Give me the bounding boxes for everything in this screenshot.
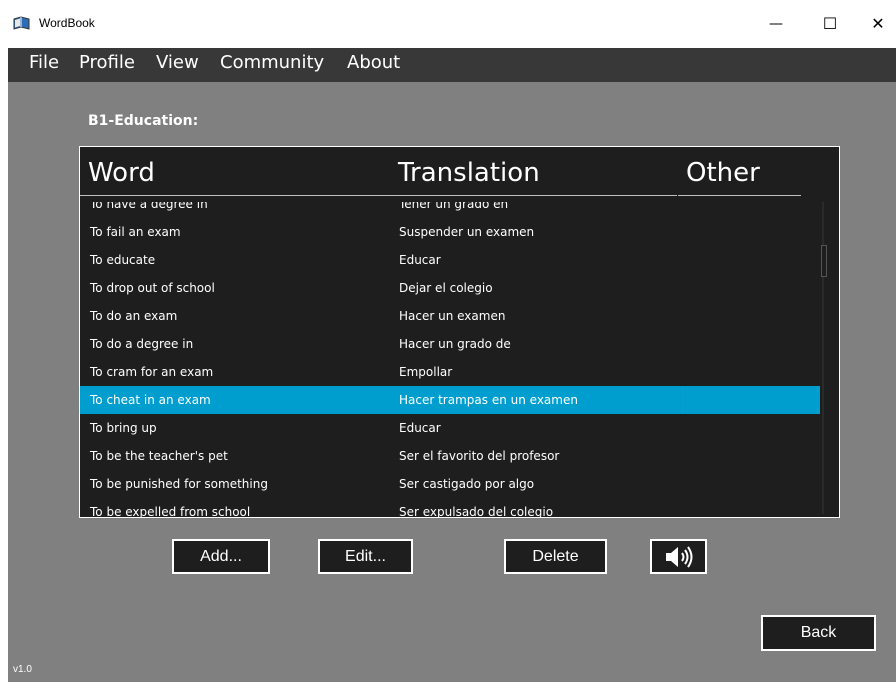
column-header-translation[interactable]: Translation <box>390 158 677 196</box>
list-row[interactable]: To be punished for something Ser castigad… <box>80 470 820 498</box>
word-cell: To fail an exam <box>90 225 181 239</box>
column-header-word[interactable]: Word <box>80 158 397 196</box>
section-title: B1-Education: <box>88 113 199 129</box>
list-row[interactable]: To do an exam Hacer un examen <box>80 302 820 330</box>
version-label: v1.0 <box>13 664 32 675</box>
translation-cell: Ser el favorito del profesor <box>399 449 560 463</box>
word-cell: To educate <box>90 253 156 267</box>
list-row[interactable]: To fail an exam Suspender un examen <box>80 218 820 246</box>
list-row[interactable]: To be the teacher's pet Ser el favorito d… <box>80 442 820 470</box>
word-list[interactable]: Word Translation Other To have a degree … <box>79 146 840 518</box>
list-row[interactable]: To cram for an exam Empollar <box>80 358 820 386</box>
menu-bar: File Profile View Community About <box>8 48 896 82</box>
translation-cell: Educar <box>399 421 441 435</box>
list-rows-content: To have a degree in Tener un grado en To f… <box>80 202 820 518</box>
minimize-button[interactable]: — <box>756 8 796 40</box>
menu-profile[interactable]: Profile <box>79 50 135 76</box>
translation-cell: Educar <box>399 253 441 267</box>
list-row[interactable]: To do a degree in Hacer un grado de <box>80 330 820 358</box>
list-row[interactable]: To be expelled from school Ser expulsado … <box>80 498 820 518</box>
scrollbar[interactable] <box>818 202 828 514</box>
maximize-button[interactable]: ☐ <box>810 8 850 40</box>
speaker-icon <box>665 546 692 568</box>
edit-button[interactable]: Edit... <box>318 539 413 574</box>
translation-cell: Empollar <box>399 365 453 379</box>
menu-view[interactable]: View <box>156 50 199 76</box>
back-button[interactable]: Back <box>761 615 876 651</box>
list-row[interactable]: To bring up Educar <box>80 414 820 442</box>
close-button[interactable]: ✕ <box>858 8 896 40</box>
column-header-other[interactable]: Other <box>678 158 801 196</box>
word-cell: To drop out of school <box>90 281 215 295</box>
word-cell: To have a degree in <box>90 202 208 211</box>
menu-community[interactable]: Community <box>220 50 324 76</box>
translation-cell: Tener un grado en <box>399 202 509 211</box>
delete-button[interactable]: Delete <box>504 539 607 574</box>
translation-cell: Hacer un examen <box>399 309 506 323</box>
list-header: Word Translation Other <box>80 147 839 198</box>
list-row[interactable]: To cheat in an exam Hacer trampas en un e… <box>80 386 820 414</box>
list-row[interactable]: To have a degree in Tener un grado en <box>80 202 820 218</box>
translation-cell: Hacer trampas en un examen <box>399 393 578 407</box>
word-cell: To cram for an exam <box>90 365 214 379</box>
menu-about[interactable]: About <box>347 50 400 76</box>
word-cell: To be the teacher's pet <box>90 449 228 463</box>
add-button[interactable]: Add... <box>172 539 270 574</box>
word-cell: To do an exam <box>90 309 178 323</box>
window-title: WordBook <box>39 16 95 30</box>
list-row[interactable]: To drop out of school Dejar el colegio <box>80 274 820 302</box>
list-row[interactable]: To educate Educar <box>80 246 820 274</box>
word-cell: To be punished for something <box>90 477 268 491</box>
translation-cell: Ser castigado por algo <box>399 477 535 491</box>
play-sound-button[interactable] <box>650 539 707 574</box>
word-cell: To bring up <box>90 421 157 435</box>
translation-cell: Hacer un grado de <box>399 337 511 351</box>
translation-cell: Dejar el colegio <box>399 281 493 295</box>
translation-cell: Suspender un examen <box>399 225 535 239</box>
window-border <box>0 48 8 682</box>
scrollbar-thumb[interactable] <box>821 245 827 277</box>
translation-cell: Ser expulsado del colegio <box>399 505 554 518</box>
word-cell: To cheat in an exam <box>90 393 211 407</box>
list-rows: To have a degree in Tener un grado en To f… <box>80 202 820 518</box>
word-cell: To be expelled from school <box>90 505 251 518</box>
title-bar[interactable]: WordBook — ☐ ✕ <box>0 0 896 48</box>
book-icon <box>13 16 30 30</box>
word-cell: To do a degree in <box>90 337 194 351</box>
menu-file[interactable]: File <box>29 50 59 76</box>
column-divider <box>685 386 686 414</box>
